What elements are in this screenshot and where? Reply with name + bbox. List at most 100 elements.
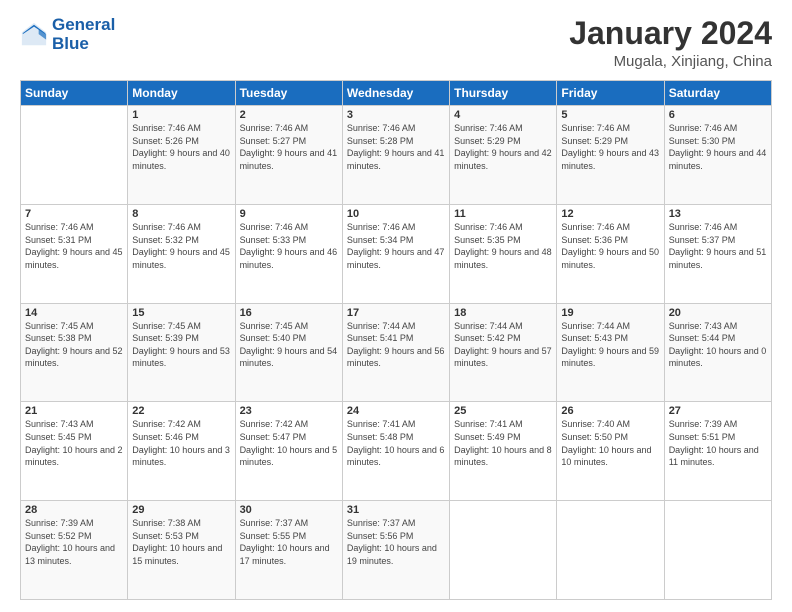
day-cell: 20Sunrise: 7:43 AMSunset: 5:44 PMDayligh… xyxy=(664,303,771,402)
day-detail: Sunrise: 7:45 AMSunset: 5:39 PMDaylight:… xyxy=(132,320,230,370)
day-detail: Sunrise: 7:45 AMSunset: 5:40 PMDaylight:… xyxy=(240,320,338,370)
day-detail: Sunrise: 7:40 AMSunset: 5:50 PMDaylight:… xyxy=(561,418,659,468)
day-cell: 24Sunrise: 7:41 AMSunset: 5:48 PMDayligh… xyxy=(342,402,449,501)
day-detail: Sunrise: 7:37 AMSunset: 5:55 PMDaylight:… xyxy=(240,517,338,567)
subtitle: Mugala, Xinjiang, China xyxy=(569,53,772,70)
day-number: 7 xyxy=(25,208,123,220)
day-cell: 8Sunrise: 7:46 AMSunset: 5:32 PMDaylight… xyxy=(128,204,235,303)
day-detail: Sunrise: 7:39 AMSunset: 5:52 PMDaylight:… xyxy=(25,517,123,567)
day-number: 8 xyxy=(132,208,230,220)
day-cell xyxy=(557,501,664,600)
day-detail: Sunrise: 7:46 AMSunset: 5:35 PMDaylight:… xyxy=(454,221,552,271)
day-number: 25 xyxy=(454,405,552,417)
day-number: 23 xyxy=(240,405,338,417)
day-cell: 9Sunrise: 7:46 AMSunset: 5:33 PMDaylight… xyxy=(235,204,342,303)
day-detail: Sunrise: 7:46 AMSunset: 5:27 PMDaylight:… xyxy=(240,122,338,172)
calendar-table: SundayMondayTuesdayWednesdayThursdayFrid… xyxy=(20,80,772,600)
day-number: 9 xyxy=(240,208,338,220)
day-cell xyxy=(664,501,771,600)
day-detail: Sunrise: 7:46 AMSunset: 5:29 PMDaylight:… xyxy=(454,122,552,172)
day-number: 29 xyxy=(132,504,230,516)
week-row-5: 28Sunrise: 7:39 AMSunset: 5:52 PMDayligh… xyxy=(21,501,772,600)
day-number: 1 xyxy=(132,109,230,121)
day-cell: 1Sunrise: 7:46 AMSunset: 5:26 PMDaylight… xyxy=(128,106,235,205)
day-cell: 13Sunrise: 7:46 AMSunset: 5:37 PMDayligh… xyxy=(664,204,771,303)
day-number: 27 xyxy=(669,405,767,417)
day-number: 18 xyxy=(454,307,552,319)
day-number: 24 xyxy=(347,405,445,417)
day-cell: 30Sunrise: 7:37 AMSunset: 5:55 PMDayligh… xyxy=(235,501,342,600)
col-header-tuesday: Tuesday xyxy=(235,81,342,106)
day-detail: Sunrise: 7:46 AMSunset: 5:36 PMDaylight:… xyxy=(561,221,659,271)
day-cell: 2Sunrise: 7:46 AMSunset: 5:27 PMDaylight… xyxy=(235,106,342,205)
day-cell: 16Sunrise: 7:45 AMSunset: 5:40 PMDayligh… xyxy=(235,303,342,402)
day-detail: Sunrise: 7:38 AMSunset: 5:53 PMDaylight:… xyxy=(132,517,230,567)
day-number: 20 xyxy=(669,307,767,319)
day-cell: 17Sunrise: 7:44 AMSunset: 5:41 PMDayligh… xyxy=(342,303,449,402)
day-cell: 19Sunrise: 7:44 AMSunset: 5:43 PMDayligh… xyxy=(557,303,664,402)
day-number: 19 xyxy=(561,307,659,319)
day-number: 3 xyxy=(347,109,445,121)
day-detail: Sunrise: 7:46 AMSunset: 5:30 PMDaylight:… xyxy=(669,122,767,172)
day-detail: Sunrise: 7:43 AMSunset: 5:45 PMDaylight:… xyxy=(25,418,123,468)
day-number: 17 xyxy=(347,307,445,319)
logo-text: General Blue xyxy=(52,16,115,53)
day-detail: Sunrise: 7:46 AMSunset: 5:28 PMDaylight:… xyxy=(347,122,445,172)
col-header-sunday: Sunday xyxy=(21,81,128,106)
day-cell: 27Sunrise: 7:39 AMSunset: 5:51 PMDayligh… xyxy=(664,402,771,501)
day-number: 13 xyxy=(669,208,767,220)
day-cell: 23Sunrise: 7:42 AMSunset: 5:47 PMDayligh… xyxy=(235,402,342,501)
day-number: 21 xyxy=(25,405,123,417)
day-cell: 10Sunrise: 7:46 AMSunset: 5:34 PMDayligh… xyxy=(342,204,449,303)
day-cell: 28Sunrise: 7:39 AMSunset: 5:52 PMDayligh… xyxy=(21,501,128,600)
day-detail: Sunrise: 7:44 AMSunset: 5:42 PMDaylight:… xyxy=(454,320,552,370)
day-cell xyxy=(21,106,128,205)
day-detail: Sunrise: 7:46 AMSunset: 5:34 PMDaylight:… xyxy=(347,221,445,271)
day-cell: 3Sunrise: 7:46 AMSunset: 5:28 PMDaylight… xyxy=(342,106,449,205)
day-number: 31 xyxy=(347,504,445,516)
day-cell: 7Sunrise: 7:46 AMSunset: 5:31 PMDaylight… xyxy=(21,204,128,303)
day-cell: 21Sunrise: 7:43 AMSunset: 5:45 PMDayligh… xyxy=(21,402,128,501)
day-cell: 12Sunrise: 7:46 AMSunset: 5:36 PMDayligh… xyxy=(557,204,664,303)
main-title: January 2024 xyxy=(569,16,772,51)
day-cell: 25Sunrise: 7:41 AMSunset: 5:49 PMDayligh… xyxy=(450,402,557,501)
header: General Blue January 2024 Mugala, Xinjia… xyxy=(20,16,772,70)
day-number: 28 xyxy=(25,504,123,516)
logo: General Blue xyxy=(20,16,115,53)
day-number: 5 xyxy=(561,109,659,121)
col-header-saturday: Saturday xyxy=(664,81,771,106)
col-header-thursday: Thursday xyxy=(450,81,557,106)
calendar-page: General Blue January 2024 Mugala, Xinjia… xyxy=(0,0,792,612)
col-header-monday: Monday xyxy=(128,81,235,106)
day-detail: Sunrise: 7:46 AMSunset: 5:32 PMDaylight:… xyxy=(132,221,230,271)
day-cell: 14Sunrise: 7:45 AMSunset: 5:38 PMDayligh… xyxy=(21,303,128,402)
day-detail: Sunrise: 7:37 AMSunset: 5:56 PMDaylight:… xyxy=(347,517,445,567)
week-row-4: 21Sunrise: 7:43 AMSunset: 5:45 PMDayligh… xyxy=(21,402,772,501)
day-number: 4 xyxy=(454,109,552,121)
day-cell: 4Sunrise: 7:46 AMSunset: 5:29 PMDaylight… xyxy=(450,106,557,205)
title-block: January 2024 Mugala, Xinjiang, China xyxy=(569,16,772,70)
day-number: 14 xyxy=(25,307,123,319)
day-number: 22 xyxy=(132,405,230,417)
day-detail: Sunrise: 7:46 AMSunset: 5:33 PMDaylight:… xyxy=(240,221,338,271)
day-detail: Sunrise: 7:42 AMSunset: 5:47 PMDaylight:… xyxy=(240,418,338,468)
day-number: 16 xyxy=(240,307,338,319)
day-number: 26 xyxy=(561,405,659,417)
day-detail: Sunrise: 7:41 AMSunset: 5:49 PMDaylight:… xyxy=(454,418,552,468)
week-row-3: 14Sunrise: 7:45 AMSunset: 5:38 PMDayligh… xyxy=(21,303,772,402)
day-detail: Sunrise: 7:46 AMSunset: 5:29 PMDaylight:… xyxy=(561,122,659,172)
day-detail: Sunrise: 7:43 AMSunset: 5:44 PMDaylight:… xyxy=(669,320,767,370)
day-number: 10 xyxy=(347,208,445,220)
day-cell: 11Sunrise: 7:46 AMSunset: 5:35 PMDayligh… xyxy=(450,204,557,303)
col-header-wednesday: Wednesday xyxy=(342,81,449,106)
day-detail: Sunrise: 7:42 AMSunset: 5:46 PMDaylight:… xyxy=(132,418,230,468)
week-row-1: 1Sunrise: 7:46 AMSunset: 5:26 PMDaylight… xyxy=(21,106,772,205)
day-number: 11 xyxy=(454,208,552,220)
week-row-2: 7Sunrise: 7:46 AMSunset: 5:31 PMDaylight… xyxy=(21,204,772,303)
day-cell: 22Sunrise: 7:42 AMSunset: 5:46 PMDayligh… xyxy=(128,402,235,501)
logo-icon xyxy=(20,21,48,49)
day-number: 12 xyxy=(561,208,659,220)
day-cell: 31Sunrise: 7:37 AMSunset: 5:56 PMDayligh… xyxy=(342,501,449,600)
day-number: 2 xyxy=(240,109,338,121)
day-detail: Sunrise: 7:46 AMSunset: 5:31 PMDaylight:… xyxy=(25,221,123,271)
